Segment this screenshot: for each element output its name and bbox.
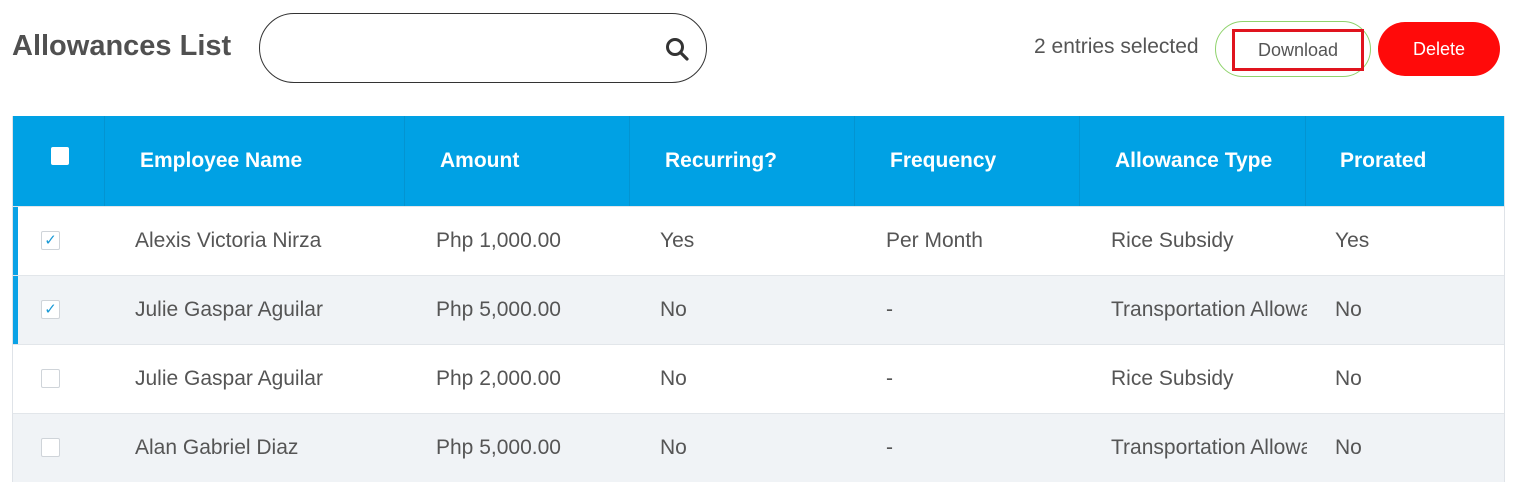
- cell-amount: Php 5,000.00: [436, 298, 561, 321]
- cell-allowance-type: Rice Subsidy: [1111, 367, 1234, 390]
- column-header-frequency[interactable]: Frequency: [890, 116, 996, 206]
- row-checkbox[interactable]: ✓: [41, 231, 60, 250]
- table-row[interactable]: ✓ Julie Gaspar Aguilar Php 5,000.00 No -…: [13, 275, 1504, 344]
- cell-allowance-type: Rice Subsidy: [1111, 229, 1234, 252]
- column-divider: [854, 116, 855, 206]
- row-checkbox[interactable]: ✓: [41, 300, 60, 319]
- delete-button[interactable]: Delete: [1378, 22, 1500, 76]
- cell-employee-name: Alan Gabriel Diaz: [135, 436, 299, 459]
- cell-allowance-type: Transportation Allowance: [1111, 298, 1307, 321]
- column-header-allowance-type[interactable]: Allowance Type: [1115, 116, 1272, 206]
- cell-amount: Php 5,000.00: [436, 436, 561, 459]
- column-divider: [104, 116, 105, 206]
- search-input[interactable]: [280, 28, 654, 68]
- select-all-checkbox[interactable]: [51, 147, 69, 165]
- table-row[interactable]: Julie Gaspar Aguilar Php 2,000.00 No - R…: [13, 344, 1504, 413]
- cell-recurring: No: [660, 367, 687, 390]
- selection-count: 2 entries selected: [1034, 35, 1199, 58]
- download-button[interactable]: Download: [1232, 29, 1364, 71]
- cell-frequency: -: [886, 367, 893, 390]
- cell-employee-name: Julie Gaspar Aguilar: [135, 298, 323, 321]
- column-divider: [1079, 116, 1080, 206]
- cell-frequency: -: [886, 436, 893, 459]
- cell-prorated: Yes: [1335, 229, 1370, 252]
- page-title: Allowances List: [12, 30, 232, 62]
- cell-recurring: No: [660, 436, 687, 459]
- cell-recurring: Yes: [660, 229, 695, 252]
- column-divider: [629, 116, 630, 206]
- cell-employee-name: Alexis Victoria Nirza: [135, 229, 322, 252]
- check-icon: ✓: [44, 301, 57, 318]
- cell-recurring: No: [660, 298, 687, 321]
- column-divider: [1305, 116, 1306, 206]
- cell-prorated: No: [1335, 436, 1362, 459]
- row-checkbox[interactable]: [41, 369, 60, 388]
- column-header-prorated[interactable]: Prorated: [1340, 116, 1426, 206]
- cell-frequency: -: [886, 298, 893, 321]
- table-row[interactable]: ✓ Alexis Victoria Nirza Php 1,000.00 Yes…: [13, 206, 1504, 275]
- check-icon: ✓: [44, 232, 57, 249]
- column-header-amount[interactable]: Amount: [440, 116, 519, 206]
- column-divider: [404, 116, 405, 206]
- search-icon[interactable]: [664, 36, 690, 62]
- cell-frequency: Per Month: [886, 229, 983, 252]
- cell-prorated: No: [1335, 367, 1362, 390]
- table-header: Employee Name Amount Recurring? Frequenc…: [13, 116, 1504, 206]
- cell-allowance-type: Transportation Allowance: [1111, 436, 1307, 459]
- search-box[interactable]: [259, 13, 707, 83]
- allowances-table: Employee Name Amount Recurring? Frequenc…: [12, 116, 1505, 482]
- cell-employee-name: Julie Gaspar Aguilar: [135, 367, 323, 390]
- cell-prorated: No: [1335, 298, 1362, 321]
- column-header-recurring[interactable]: Recurring?: [665, 116, 777, 206]
- column-header-employee-name[interactable]: Employee Name: [140, 116, 302, 206]
- row-checkbox[interactable]: [41, 438, 60, 457]
- cell-amount: Php 1,000.00: [436, 229, 561, 252]
- table-row[interactable]: Alan Gabriel Diaz Php 5,000.00 No - Tran…: [13, 413, 1504, 482]
- cell-amount: Php 2,000.00: [436, 367, 561, 390]
